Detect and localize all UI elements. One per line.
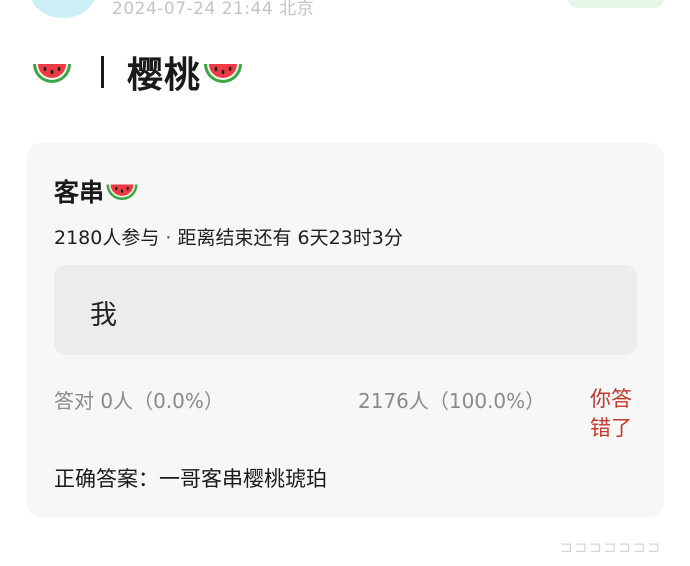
time-remaining: 距离结束还有 6天23时3分 bbox=[177, 227, 403, 249]
watermelon-icon bbox=[33, 64, 71, 83]
watermelon-icon bbox=[106, 184, 138, 200]
correct-value: 0人（0.0%） bbox=[100, 389, 224, 413]
wrong-answer-label: 你答错了 bbox=[590, 387, 632, 440]
option-text: 我 bbox=[90, 300, 117, 331]
post-timestamp: 2024-07-24 21:44 bbox=[112, 0, 274, 19]
avatar[interactable] bbox=[30, 0, 96, 18]
correct-count: 答对 0人（0.0%） bbox=[54, 385, 224, 414]
poll-card: 客串 2180人参与 · 距离结束还有 6天23时3分 我 答对 0人（0.0%… bbox=[27, 143, 664, 517]
vote-count: 2176人（100.0%） bbox=[358, 389, 546, 413]
poll-meta: 2180人参与 · 距离结束还有 6天23时3分 bbox=[54, 223, 403, 250]
title-divider bbox=[101, 56, 104, 88]
poll-title: 客串 bbox=[54, 178, 105, 207]
watermark: ⊐⊐⊐⊐⊐⊐⊐ bbox=[560, 538, 662, 556]
poll-option[interactable]: 我 bbox=[54, 265, 637, 355]
participant-count: 2180人参与 bbox=[54, 227, 160, 249]
follow-button[interactable] bbox=[568, 0, 664, 8]
meta-separator: · bbox=[165, 227, 172, 249]
poll-title-row: 客串 bbox=[54, 173, 140, 209]
correct-label: 答对 bbox=[54, 389, 94, 413]
post-title: 樱桃 bbox=[127, 55, 202, 96]
post-title-row: 樱桃 bbox=[30, 47, 245, 97]
post-location: 北京 bbox=[279, 0, 315, 19]
watermelon-icon bbox=[204, 64, 243, 83]
correct-answer: 正确答案：一哥客串樱桃琥珀 bbox=[54, 467, 327, 491]
post-meta: 2024-07-24 21:44 北京 bbox=[112, 0, 314, 19]
